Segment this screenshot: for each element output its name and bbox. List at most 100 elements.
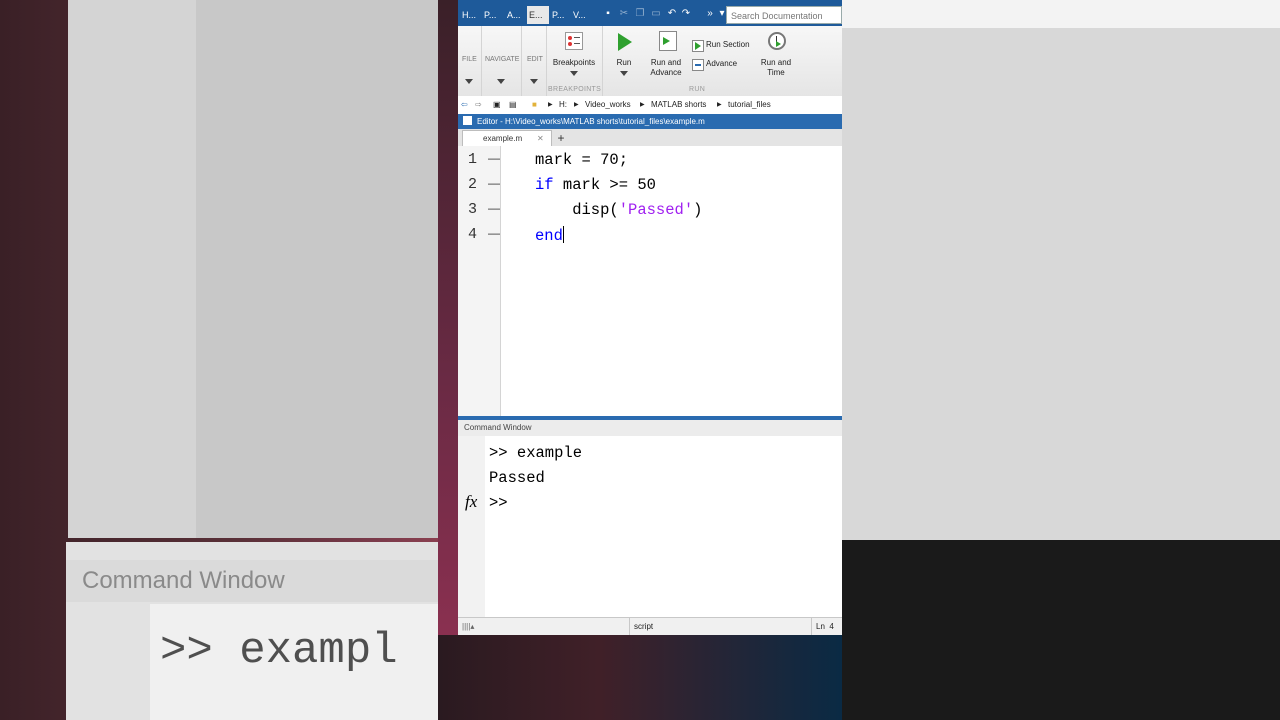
tab-plots[interactable]: P...: [482, 6, 498, 24]
tab-label: example.m: [483, 134, 523, 143]
run-and-advance-label-2: Advance: [650, 68, 682, 77]
run-and-time-label-1: Run and: [760, 58, 792, 67]
file-label: FILE: [462, 56, 477, 63]
chevron-right-icon: ▶: [640, 102, 645, 108]
editor-title: Editor - H:\Video_works\MATLAB shorts\tu…: [477, 117, 705, 126]
cut-icon[interactable]: ✂: [618, 8, 630, 20]
navigate-label: NAVIGATE: [485, 56, 520, 63]
path-segment-tutorial-files[interactable]: tutorial_files: [728, 100, 771, 109]
status-bar: ||||▴ script Ln 4: [458, 617, 842, 635]
current-folder-bar: ⇦ ⇨ ▣ ▤ ■ ▶ H: ▶ Video_works ▶ MATLAB sh…: [458, 96, 842, 115]
run-section-icon: [692, 40, 704, 52]
breakpoints-button[interactable]: Breakpoints: [546, 26, 602, 84]
edit-label: EDIT: [527, 56, 543, 63]
tab-example-m[interactable]: example.m ✕: [462, 130, 552, 147]
breakpoints-label: Breakpoints: [552, 58, 596, 67]
code-line: mark = 70;: [535, 151, 629, 169]
chevron-down-icon: [465, 79, 473, 84]
background-right: [842, 0, 1280, 720]
text-cursor: [562, 226, 564, 243]
back-arrow-icon[interactable]: ⇦: [461, 100, 468, 109]
advance-icon: [692, 59, 704, 71]
matlab-window: H... P... A... E... P... V... ▪ ✂ ❐ ▭ ↶ …: [458, 0, 842, 635]
save-icon[interactable]: ▪: [602, 8, 614, 20]
tab-editor[interactable]: E...: [527, 6, 549, 24]
line-number: 1: [468, 151, 478, 168]
run-and-time-button[interactable]: Run and Time: [756, 26, 796, 84]
breakpoint-marker[interactable]: —: [488, 226, 500, 240]
undo-icon[interactable]: ↶: [666, 8, 678, 20]
up-folder-icon[interactable]: ▣: [493, 100, 501, 109]
breakpoint-marker[interactable]: —: [488, 176, 500, 190]
chevron-down-icon: [620, 71, 628, 76]
run-section-button[interactable]: Run Section: [690, 38, 754, 52]
editor-tabs: example.m ✕ +: [458, 129, 842, 147]
chevron-right-icon: ▶: [574, 102, 579, 108]
line-number: 2: [468, 176, 478, 193]
command-output: Passed: [489, 469, 545, 487]
run-group: Run Run and Advance Run Section Advance …: [602, 26, 798, 96]
run-and-time-label-2: Time: [767, 68, 785, 77]
command-window-title: Command Window: [458, 420, 842, 437]
run-section-label: Run Section: [706, 40, 750, 49]
edit-group[interactable]: EDIT: [521, 26, 547, 96]
function-browser-icon[interactable]: fx: [465, 492, 477, 512]
code-line: end: [535, 226, 564, 245]
overflow-icon[interactable]: »: [704, 8, 716, 20]
add-tab-button[interactable]: +: [552, 130, 570, 146]
code-editor[interactable]: 1 — 2 — 3 — 4 — mark = 70; if mark >= 50…: [458, 146, 842, 416]
path-segment-video-works[interactable]: Video_works: [585, 100, 631, 109]
chevron-down-icon: [570, 71, 578, 76]
run-and-advance-icon: [659, 31, 677, 51]
tab-apps[interactable]: A...: [505, 6, 523, 24]
paste-icon[interactable]: ▭: [650, 8, 662, 20]
advance-label: Advance: [706, 59, 738, 68]
command-line: >> example: [489, 444, 583, 462]
tab-home[interactable]: H...: [460, 6, 478, 24]
redo-icon[interactable]: ↷: [680, 8, 692, 20]
background-left: Command Window >> exampl: [0, 0, 438, 720]
run-and-advance-label-1: Run and: [650, 58, 682, 67]
status-line: Ln 4: [811, 618, 842, 635]
run-and-advance-button[interactable]: Run and Advance: [646, 26, 686, 84]
stopwatch-icon: [768, 32, 786, 50]
forward-arrow-icon[interactable]: ⇨: [475, 100, 482, 109]
chevron-down-icon: [497, 79, 505, 84]
background-panel: [68, 0, 438, 538]
line-number: 3: [468, 201, 478, 218]
command-prompt[interactable]: >>: [489, 494, 508, 512]
breakpoint-marker[interactable]: —: [488, 151, 500, 165]
copy-icon[interactable]: ❐: [634, 8, 646, 20]
breakpoints-icon: [565, 32, 583, 50]
command-gutter: [458, 436, 485, 617]
search-documentation-input[interactable]: Search Documentation: [726, 6, 842, 24]
breakpoints-group-label: BREAKPOINTS: [548, 86, 602, 93]
breakpoint-marker[interactable]: —: [488, 201, 500, 215]
background-command-text: >> exampl: [160, 626, 398, 676]
tab-view[interactable]: V...: [571, 6, 588, 24]
path-drive[interactable]: H:: [559, 100, 567, 109]
path-segment-matlab-shorts[interactable]: MATLAB shorts: [651, 100, 706, 109]
line-gutter: 1 — 2 — 3 — 4 —: [458, 146, 501, 416]
command-window[interactable]: >> example Passed fx >>: [458, 436, 842, 617]
background-command-title: Command Window: [66, 560, 438, 602]
background-below: [438, 635, 842, 720]
browse-folder-icon[interactable]: ▤: [509, 100, 517, 109]
navigate-group[interactable]: NAVIGATE: [481, 26, 522, 96]
run-icon: [618, 33, 632, 51]
close-icon[interactable]: ✕: [537, 131, 544, 147]
chevron-right-icon: ▶: [548, 102, 553, 108]
background-strip: [438, 0, 458, 635]
folder-icon: ■: [532, 100, 537, 109]
advance-button[interactable]: Advance: [690, 57, 750, 71]
status-mode: script: [629, 618, 811, 635]
run-group-label: RUN: [689, 86, 706, 93]
editor-title-bar: Editor - H:\Video_works\MATLAB shorts\tu…: [458, 114, 842, 129]
chevron-right-icon: ▶: [717, 102, 722, 108]
run-label: Run: [616, 58, 632, 67]
run-button[interactable]: Run: [606, 26, 642, 84]
editor-icon: [463, 116, 472, 125]
tab-publish[interactable]: P...: [550, 6, 566, 24]
status-grip-icon[interactable]: ||||▴: [458, 618, 482, 635]
file-group[interactable]: FILE: [458, 26, 482, 96]
